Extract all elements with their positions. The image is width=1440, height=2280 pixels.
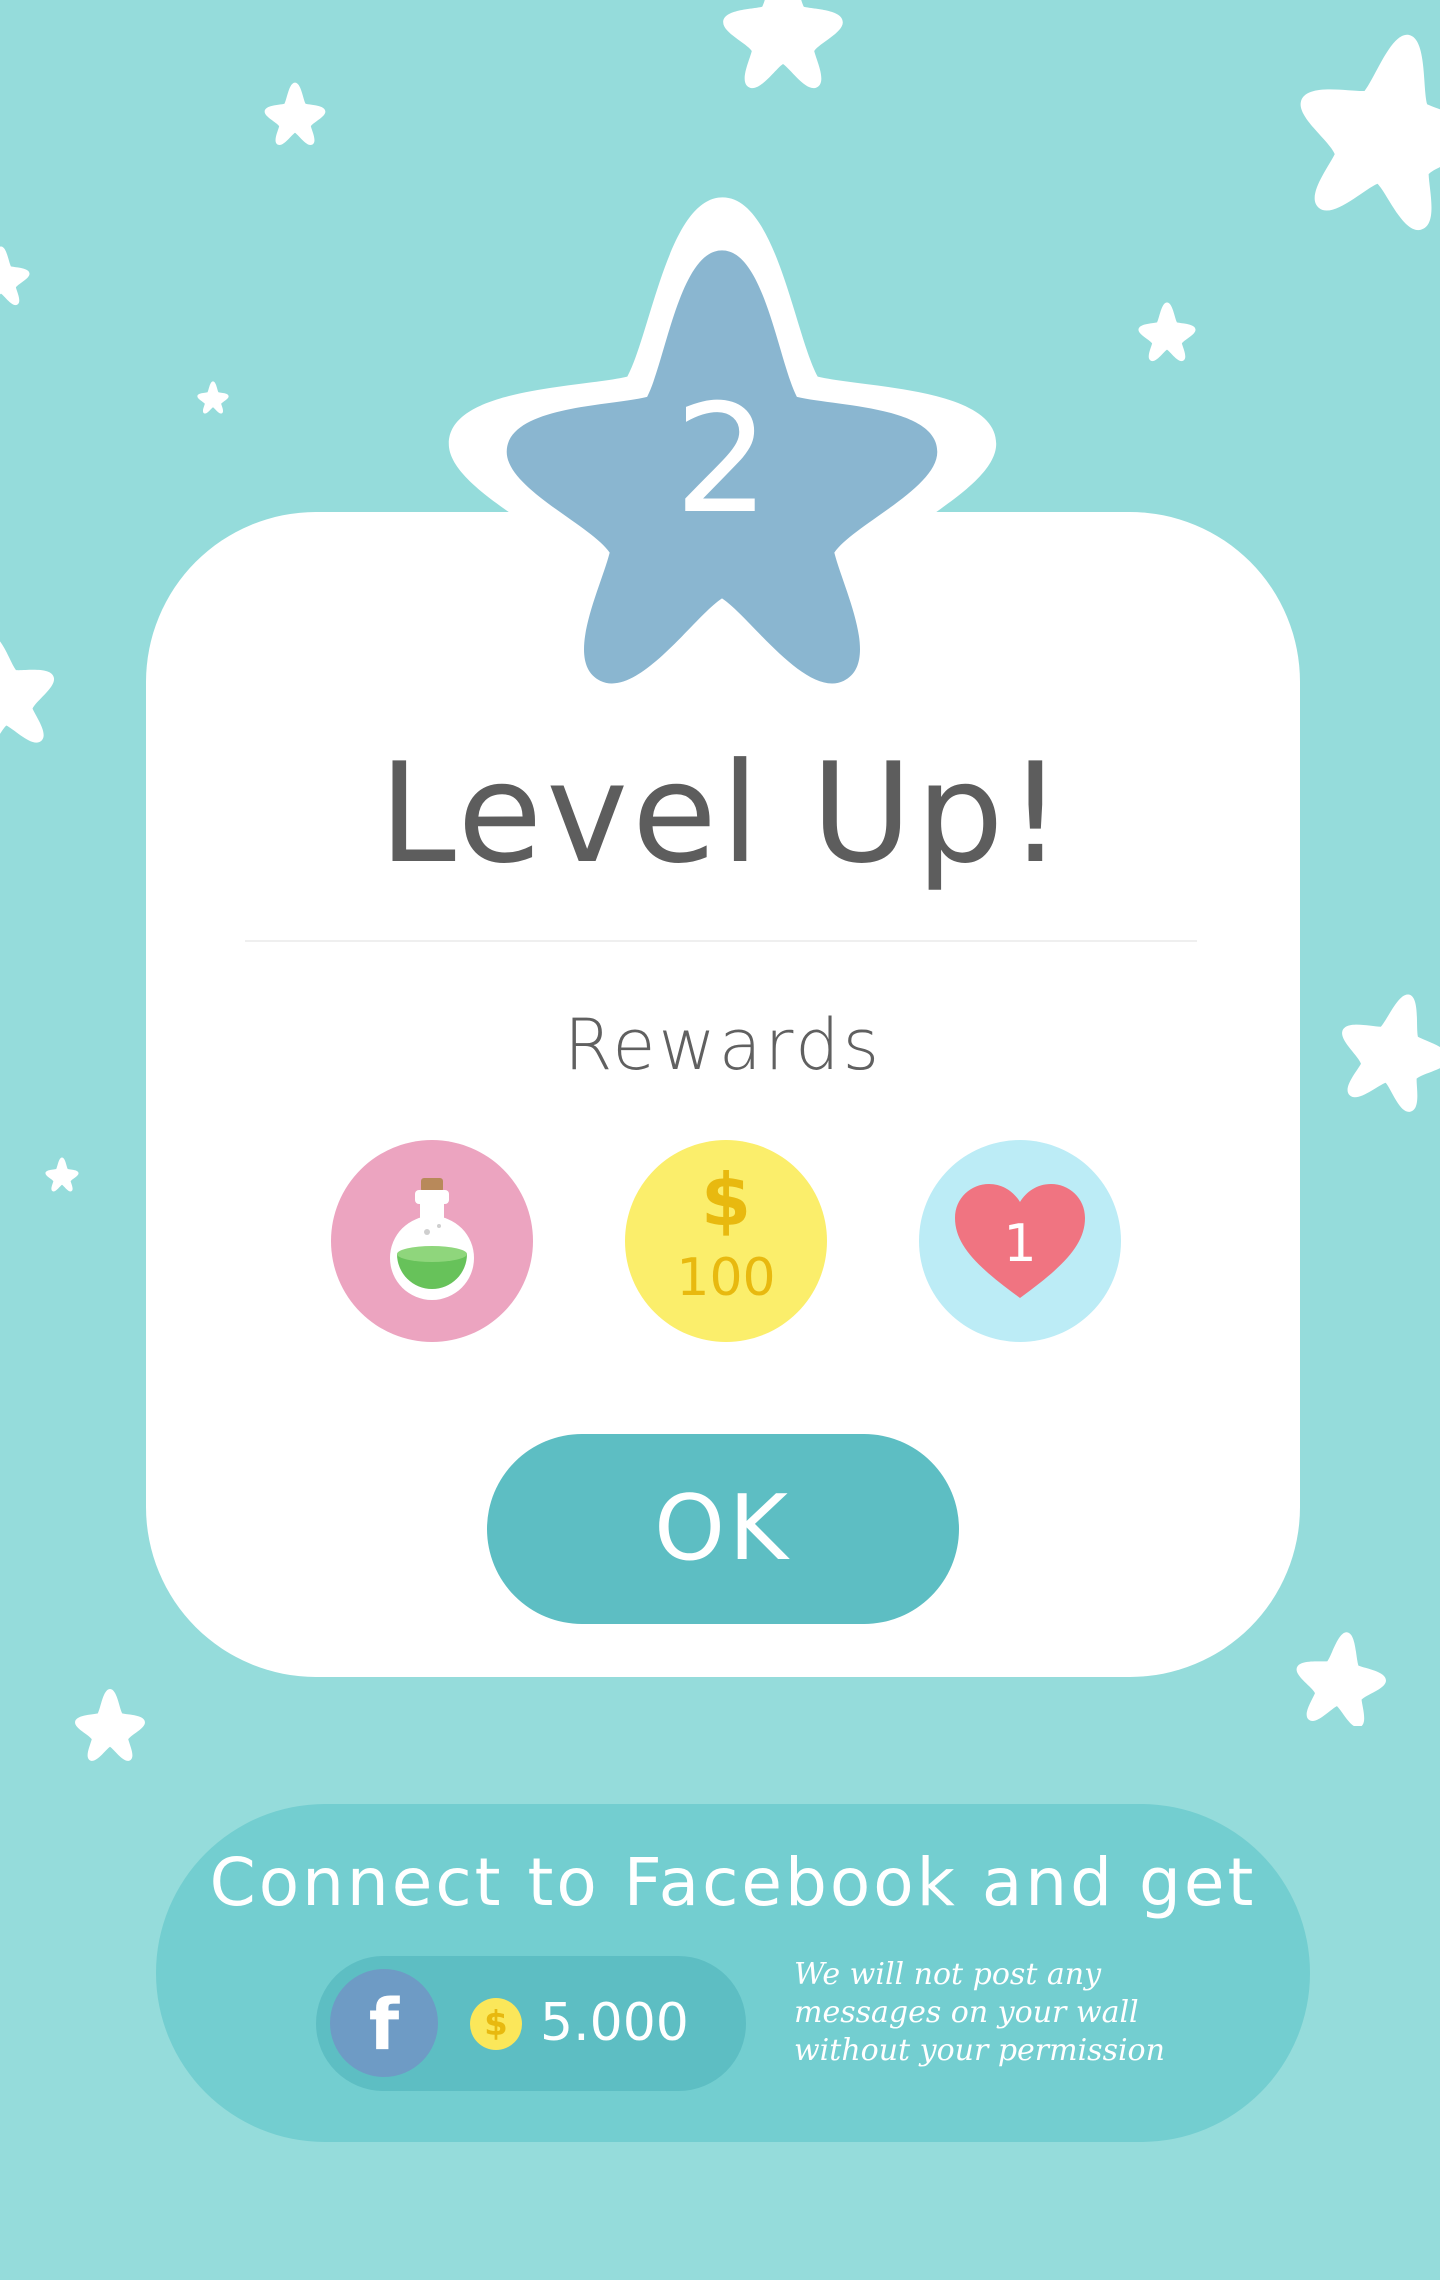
background-star-icon bbox=[44, 1156, 80, 1192]
dollar-icon: $ bbox=[700, 1158, 752, 1242]
facebook-heading: Connect to Facebook and get bbox=[209, 1844, 1257, 1921]
rewards-label: Rewards bbox=[563, 1004, 883, 1086]
facebook-connect-button[interactable]: f $ 5.000 bbox=[316, 1956, 746, 2091]
background-star-icon bbox=[1335, 978, 1440, 1118]
background-star-icon bbox=[1292, 1628, 1390, 1726]
background-star-icon bbox=[262, 80, 328, 146]
ok-button[interactable]: OK bbox=[487, 1434, 959, 1624]
facebook-privacy-note: We will not post any messages on your wa… bbox=[794, 1957, 1165, 2068]
background-star-icon bbox=[1290, 10, 1440, 240]
reward-coins: $ 100 bbox=[625, 1140, 827, 1342]
potion-icon bbox=[390, 1178, 474, 1300]
facebook-bonus-amount: 5.000 bbox=[540, 1993, 689, 2053]
background-star-icon bbox=[718, 0, 848, 90]
background-star-icon bbox=[196, 380, 230, 414]
level-up-title: Level Up! bbox=[378, 733, 1068, 894]
background-star-icon bbox=[0, 244, 32, 306]
coin-amount: 100 bbox=[676, 1248, 776, 1308]
level-number: 2 bbox=[674, 373, 770, 547]
reward-heart: 1 bbox=[919, 1140, 1121, 1342]
facebook-connect-panel: Connect to Facebook and get f $ 5.000 We… bbox=[156, 1804, 1310, 2142]
background-star-icon bbox=[1136, 300, 1198, 362]
background-star-icon bbox=[0, 620, 60, 760]
reward-potion bbox=[331, 1140, 533, 1342]
coin-icon: $ bbox=[470, 1998, 522, 2050]
background-star-icon bbox=[72, 1686, 148, 1762]
divider bbox=[245, 940, 1197, 942]
heart-count: 1 bbox=[1003, 1214, 1037, 1274]
facebook-icon: f bbox=[330, 1969, 438, 2077]
